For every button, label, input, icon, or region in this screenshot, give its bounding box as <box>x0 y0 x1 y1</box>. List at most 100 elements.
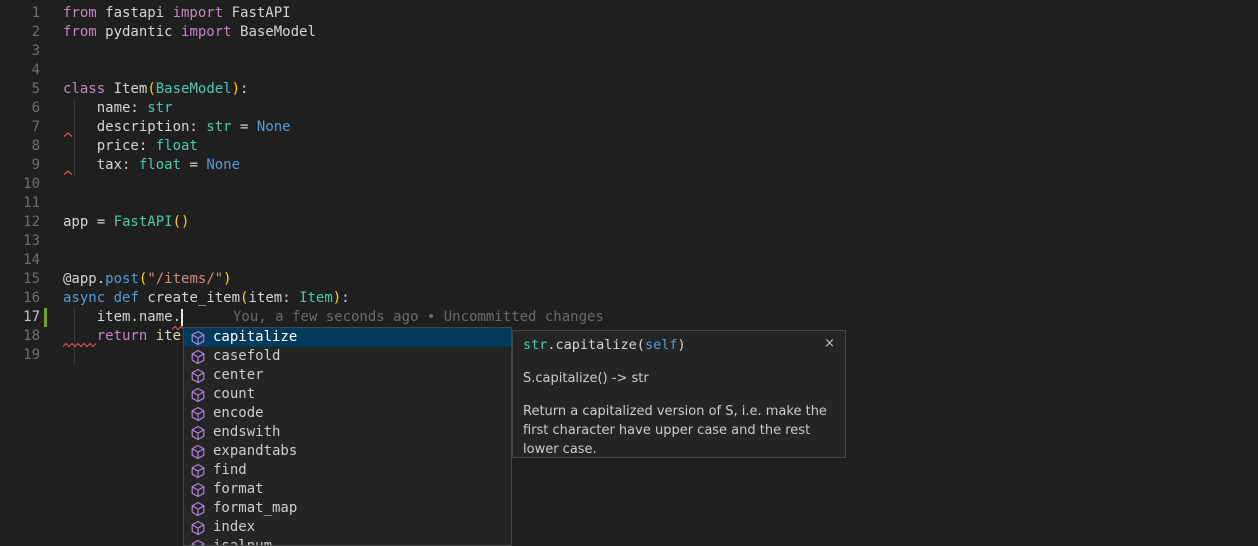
line-number: 8 <box>0 137 40 156</box>
method-icon <box>190 444 206 460</box>
line-number: 7 <box>0 118 40 137</box>
code-line[interactable]: 2 from pydantic import BaseModel <box>0 23 1258 42</box>
line-number: 15 <box>0 270 40 289</box>
method-icon <box>190 368 206 384</box>
text-cursor <box>181 309 183 326</box>
indent-guide <box>74 308 75 365</box>
code-line[interactable]: 3 <box>0 42 1258 61</box>
code-line[interactable]: 8 price: float <box>0 137 1258 156</box>
line-content: class Item(BaseModel): <box>63 80 248 99</box>
method-icon <box>190 463 206 479</box>
error-squiggle <box>63 170 73 176</box>
completion-item-label: format <box>213 480 264 499</box>
completion-item-label: center <box>213 366 264 385</box>
completion-item[interactable]: format_map <box>184 499 511 518</box>
line-number: 3 <box>0 42 40 61</box>
line-number: 16 <box>0 289 40 308</box>
line-number: 14 <box>0 251 40 270</box>
line-content: app = FastAPI() <box>63 213 189 232</box>
line-number: 9 <box>0 156 40 175</box>
code-line[interactable]: 6 name: str <box>0 99 1258 118</box>
line-number: 12 <box>0 213 40 232</box>
suggestion-signature: str.capitalize(self) <box>513 331 845 355</box>
line-content: price: float <box>63 137 198 156</box>
completion-item[interactable]: count <box>184 385 511 404</box>
method-icon <box>190 482 206 498</box>
autocomplete-widget: capitalize casefold center count encode <box>183 327 512 546</box>
completion-item-label: encode <box>213 404 264 423</box>
method-icon <box>190 406 206 422</box>
completion-item-label: find <box>213 461 247 480</box>
completion-item[interactable]: encode <box>184 404 511 423</box>
completion-item-label: index <box>213 518 255 537</box>
completion-item[interactable]: expandtabs <box>184 442 511 461</box>
line-number: 5 <box>0 80 40 99</box>
line-number: 11 <box>0 194 40 213</box>
method-icon <box>190 501 206 517</box>
line-content: from fastapi import FastAPI <box>63 4 291 23</box>
completion-item[interactable]: isalnum <box>184 537 511 546</box>
code-line[interactable]: 7 description: str = None <box>0 118 1258 137</box>
line-content: from pydantic import BaseModel <box>63 23 316 42</box>
line-content: async def create_item(item: Item): <box>63 289 350 308</box>
completion-item[interactable]: endswith <box>184 423 511 442</box>
code-line[interactable]: 9 tax: float = None <box>0 156 1258 175</box>
code-line[interactable]: 5 class Item(BaseModel): <box>0 80 1258 99</box>
suggestion-summary: S.capitalize() -> str <box>523 369 835 388</box>
completion-item-label: endswith <box>213 423 280 442</box>
error-squiggle <box>63 132 73 138</box>
line-number: 6 <box>0 99 40 118</box>
completion-list: capitalize casefold center count encode <box>184 328 511 546</box>
line-content: @app.post("/items/") <box>63 270 232 289</box>
code-line[interactable]: 13 <box>0 232 1258 251</box>
line-number: 4 <box>0 61 40 80</box>
completion-item[interactable]: index <box>184 518 511 537</box>
line-content: name: str <box>63 99 173 118</box>
line-number: 18 <box>0 327 40 346</box>
completion-item[interactable]: casefold <box>184 347 511 366</box>
completion-item-label: isalnum <box>213 537 272 546</box>
completion-item-label: count <box>213 385 255 404</box>
code-line[interactable]: 11 <box>0 194 1258 213</box>
method-icon <box>190 387 206 403</box>
code-line[interactable]: 1 from fastapi import FastAPI <box>0 4 1258 23</box>
completion-item-label: format_map <box>213 499 297 518</box>
line-number: 2 <box>0 23 40 42</box>
error-squiggle <box>63 342 97 348</box>
code-line[interactable]: 15 @app.post("/items/") <box>0 270 1258 289</box>
line-number: 10 <box>0 175 40 194</box>
git-blame-annotation: You, a few seconds ago • Uncommitted cha… <box>233 308 604 327</box>
line-content: tax: float = None <box>63 156 240 175</box>
method-icon <box>190 330 206 346</box>
close-icon[interactable]: × <box>824 334 835 353</box>
line-number: 13 <box>0 232 40 251</box>
completion-item[interactable]: capitalize <box>184 328 511 347</box>
completion-item[interactable]: center <box>184 366 511 385</box>
line-number: 1 <box>0 4 40 23</box>
code-line[interactable]: 12 app = FastAPI() <box>0 213 1258 232</box>
code-line[interactable]: 14 <box>0 251 1258 270</box>
code-line[interactable]: 16 async def create_item(item: Item): <box>0 289 1258 308</box>
completion-item-label: casefold <box>213 347 280 366</box>
completion-item[interactable]: find <box>184 461 511 480</box>
line-content: description: str = None <box>63 118 291 137</box>
suggestion-description: Return a capitalized version of S, i.e. … <box>523 402 835 458</box>
method-icon <box>190 539 206 546</box>
method-icon <box>190 520 206 536</box>
method-icon <box>190 349 206 365</box>
indent-guide <box>74 99 75 175</box>
code-line[interactable]: 10 <box>0 175 1258 194</box>
completion-item-label: expandtabs <box>213 442 297 461</box>
code-line[interactable]: 4 <box>0 61 1258 80</box>
code-area[interactable]: 1 from fastapi import FastAPI 2 from pydant… <box>0 4 1258 365</box>
line-number: 17 <box>0 308 40 327</box>
completion-item[interactable]: format <box>184 480 511 499</box>
completion-item-label: capitalize <box>213 328 297 347</box>
method-icon <box>190 425 206 441</box>
line-content: item.name. <box>63 308 181 327</box>
code-editor[interactable]: 1 from fastapi import FastAPI 2 from pydant… <box>0 0 1258 546</box>
code-line[interactable]: 17 item.name. <box>0 308 1258 327</box>
gutter-modified-indicator <box>44 308 47 327</box>
line-number: 19 <box>0 346 40 365</box>
suggestion-docs-panel: str.capitalize(self) × S.capitalize() ->… <box>512 330 846 458</box>
